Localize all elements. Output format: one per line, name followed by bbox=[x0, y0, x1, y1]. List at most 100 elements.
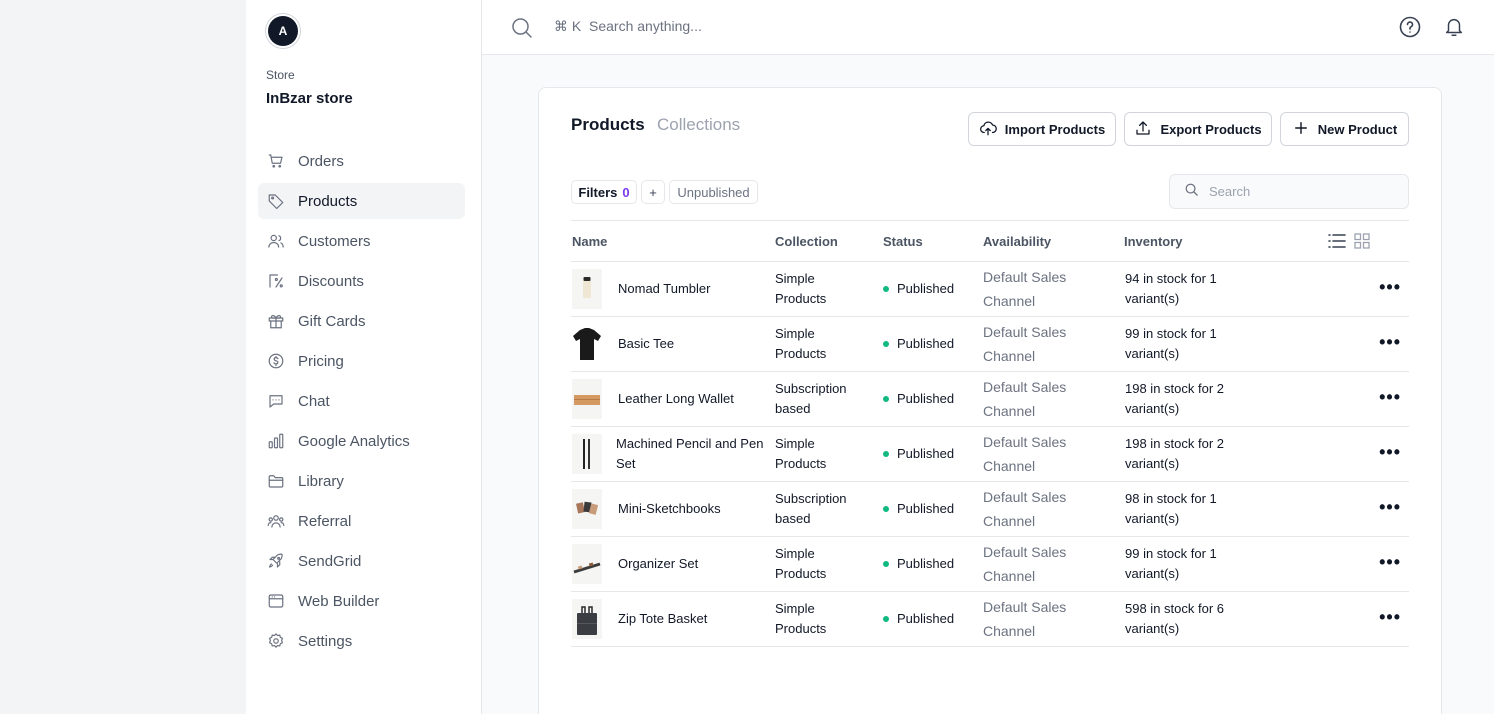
product-collection: Subscription based bbox=[775, 491, 847, 526]
product-inventory: 198 in stock for 2 variant(s) bbox=[1125, 436, 1224, 471]
product-inventory: 94 in stock for 1 variant(s) bbox=[1125, 271, 1217, 306]
sidebar-item-label: Google Analytics bbox=[298, 432, 410, 450]
product-availability: Default Sales Channel bbox=[983, 489, 1067, 529]
product-name-cell: Nomad Tumbler bbox=[571, 269, 773, 309]
product-collection: Simple Products bbox=[775, 601, 827, 636]
sidebar-item-products[interactable]: Products bbox=[258, 183, 465, 219]
status-text: Published bbox=[897, 611, 955, 626]
export-products-button[interactable]: Export Products bbox=[1124, 112, 1272, 146]
product-name[interactable]: Organizer Set bbox=[618, 554, 698, 574]
status-dot bbox=[883, 286, 889, 292]
product-inventory: 198 in stock for 2 variant(s) bbox=[1125, 381, 1224, 416]
product-name[interactable]: Nomad Tumbler bbox=[618, 279, 710, 299]
new-product-button[interactable]: New Product bbox=[1280, 112, 1409, 146]
product-name[interactable]: Leather Long Wallet bbox=[618, 389, 734, 409]
sidebar-item-gift-cards[interactable]: Gift Cards bbox=[258, 303, 465, 339]
referral-icon bbox=[266, 511, 286, 531]
help-icon[interactable] bbox=[1398, 15, 1422, 44]
import-products-label: Import Products bbox=[1004, 121, 1106, 137]
product-name-cell: Machined Pencil and Pen Set bbox=[571, 434, 773, 474]
product-inventory: 98 in stock for 1 variant(s) bbox=[1125, 491, 1217, 526]
chart-icon bbox=[266, 431, 286, 451]
list-view-icon[interactable] bbox=[1328, 233, 1346, 249]
sidebar-item-discounts[interactable]: Discounts bbox=[258, 263, 465, 299]
table-row[interactable]: Nomad Tumbler Simple Products Published … bbox=[571, 261, 1409, 317]
product-status: Published bbox=[883, 334, 983, 354]
sidebar-item-settings[interactable]: Settings bbox=[258, 623, 465, 659]
product-inventory: 99 in stock for 1 variant(s) bbox=[1125, 326, 1217, 361]
status-dot bbox=[883, 616, 889, 622]
sidebar-item-label: SendGrid bbox=[298, 552, 362, 570]
import-products-button[interactable]: Import Products bbox=[968, 112, 1116, 146]
new-product-label: New Product bbox=[1317, 121, 1398, 137]
row-actions-button[interactable]: ••• bbox=[1379, 278, 1401, 296]
product-search-input[interactable] bbox=[1209, 184, 1399, 199]
sidebar-item-orders[interactable]: Orders bbox=[258, 143, 465, 179]
store-avatar[interactable]: A bbox=[268, 16, 298, 46]
product-availability: Default Sales Channel bbox=[983, 544, 1067, 584]
status-dot bbox=[883, 561, 889, 567]
table-row[interactable]: Basic Tee Simple Products Published Defa… bbox=[571, 316, 1409, 372]
row-actions-button[interactable]: ••• bbox=[1379, 553, 1401, 571]
filters-count: 0 bbox=[622, 184, 630, 200]
product-name[interactable]: Mini-Sketchbooks bbox=[618, 499, 721, 519]
table-row[interactable]: Leather Long Wallet Subscription based P… bbox=[571, 371, 1409, 427]
sidebar-item-label: Gift Cards bbox=[298, 312, 366, 330]
product-name[interactable]: Zip Tote Basket bbox=[618, 609, 707, 629]
search-icon[interactable] bbox=[510, 16, 534, 45]
gift-icon bbox=[266, 311, 286, 331]
left-gutter bbox=[0, 0, 246, 714]
bell-icon[interactable] bbox=[1443, 15, 1465, 44]
status-text: Published bbox=[897, 281, 955, 296]
row-actions-button[interactable]: ••• bbox=[1379, 388, 1401, 406]
table-row[interactable]: Zip Tote Basket Simple Products Publishe… bbox=[571, 591, 1409, 647]
sidebar-item-google-analytics[interactable]: Google Analytics bbox=[258, 423, 465, 459]
product-name[interactable]: Machined Pencil and Pen Set bbox=[616, 434, 773, 474]
users-icon bbox=[266, 231, 286, 251]
product-status: Published bbox=[883, 389, 983, 409]
product-collection: Simple Products bbox=[775, 271, 827, 306]
table-row[interactable]: Mini-Sketchbooks Subscription based Publ… bbox=[571, 481, 1409, 537]
table-row[interactable]: Organizer Set Simple Products Published … bbox=[571, 536, 1409, 592]
status-text: Published bbox=[897, 501, 955, 516]
filters-button[interactable]: Filters 0 bbox=[571, 180, 637, 204]
row-actions-button[interactable]: ••• bbox=[1379, 333, 1401, 351]
row-actions-button[interactable]: ••• bbox=[1379, 443, 1401, 461]
dollar-icon bbox=[266, 351, 286, 371]
status-text: Published bbox=[897, 556, 955, 571]
product-availability: Default Sales Channel bbox=[983, 324, 1067, 364]
product-name-cell: Basic Tee bbox=[571, 324, 773, 364]
store-name[interactable]: InBzar store bbox=[266, 90, 353, 107]
product-thumbnail-pens bbox=[572, 434, 602, 474]
status-text: Published bbox=[897, 391, 955, 406]
tab-products[interactable]: Products bbox=[571, 115, 645, 135]
sidebar-item-library[interactable]: Library bbox=[258, 463, 465, 499]
row-actions-button[interactable]: ••• bbox=[1379, 498, 1401, 516]
sidebar-item-pricing[interactable]: Pricing bbox=[258, 343, 465, 379]
sidebar-item-label: Discounts bbox=[298, 272, 364, 290]
product-name-cell: Leather Long Wallet bbox=[571, 379, 773, 419]
global-search-input[interactable]: Search anything... bbox=[589, 18, 702, 34]
upload-icon bbox=[1134, 119, 1160, 140]
product-status: Published bbox=[883, 499, 983, 519]
table-row[interactable]: Machined Pencil and Pen Set Simple Produ… bbox=[571, 426, 1409, 482]
column-header-status: Status bbox=[883, 220, 983, 262]
sidebar-item-referral[interactable]: Referral bbox=[258, 503, 465, 539]
product-availability: Default Sales Channel bbox=[983, 599, 1067, 639]
status-dot bbox=[883, 451, 889, 457]
status-dot bbox=[883, 341, 889, 347]
sidebar-item-web-builder[interactable]: Web Builder bbox=[258, 583, 465, 619]
sidebar-item-chat[interactable]: Chat bbox=[258, 383, 465, 419]
product-name[interactable]: Basic Tee bbox=[618, 334, 674, 354]
grid-view-icon[interactable] bbox=[1354, 233, 1370, 249]
sidebar-item-customers[interactable]: Customers bbox=[258, 223, 465, 259]
add-filter-button[interactable]: + bbox=[641, 180, 665, 204]
row-actions-button[interactable]: ••• bbox=[1379, 608, 1401, 626]
unpublished-filter-chip[interactable]: Unpublished bbox=[669, 180, 758, 204]
product-thumbnail-tee bbox=[572, 324, 602, 364]
sidebar-item-sendgrid[interactable]: SendGrid bbox=[258, 543, 465, 579]
product-search bbox=[1169, 174, 1409, 209]
column-header-actions bbox=[1284, 220, 1409, 262]
tab-collections[interactable]: Collections bbox=[657, 115, 740, 135]
product-thumbnail-tote bbox=[572, 599, 602, 639]
